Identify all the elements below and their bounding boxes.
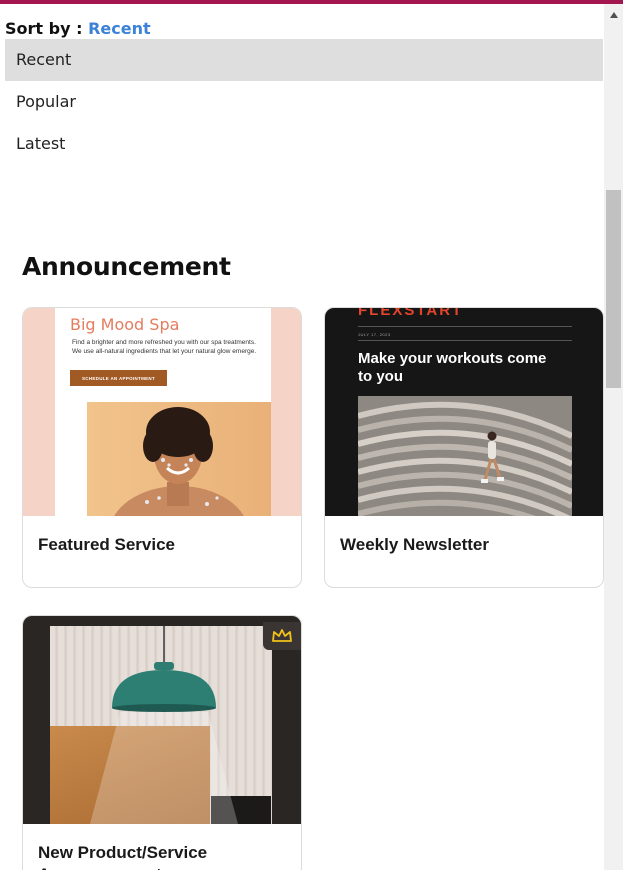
thumbnail-headline: Make your workouts come to you — [358, 350, 547, 385]
scroll-thumb[interactable] — [606, 190, 621, 388]
sort-by-value[interactable]: Recent — [88, 19, 151, 38]
card-title: New Product/Service Announcement — [38, 843, 208, 870]
card-title: Featured Service — [38, 535, 176, 554]
sort-dropdown-menu: Recent Popular Latest — [5, 39, 603, 165]
template-card-featured-service[interactable]: Big Mood Spa Find a brighter and more re… — [22, 307, 302, 588]
thumbnail-brand-text: Big Mood Spa — [70, 315, 180, 334]
sort-by-control[interactable]: Sort by : Recent — [5, 19, 151, 38]
divider — [358, 326, 572, 327]
sort-option-recent[interactable]: Recent — [5, 39, 603, 81]
scrollbar[interactable] — [604, 4, 623, 870]
spa-portrait-image — [87, 402, 271, 516]
sort-option-popular[interactable]: Popular — [5, 81, 603, 123]
template-thumbnail — [23, 616, 301, 824]
pendant-lamp-image — [50, 626, 272, 824]
template-thumbnail: Big Mood Spa Find a brighter and more re… — [23, 308, 301, 516]
thumbnail-cta-button: SCHEDULE AN APPOINTMENT — [70, 370, 167, 386]
template-card-new-product-announcement[interactable]: New Product/Service Announcement — [22, 615, 302, 870]
template-thumbnail: FLEXSTART JULY 17, 2023 Make your workou… — [325, 308, 603, 516]
card-title: Weekly Newsletter — [340, 535, 489, 554]
scroll-up-arrow-icon[interactable] — [604, 4, 623, 26]
top-accent-bar — [0, 0, 623, 4]
sort-by-label: Sort by : — [5, 19, 83, 38]
thumbnail-body-text: Find a brighter and more refreshed you w… — [72, 339, 257, 355]
runner-stairs-image — [358, 396, 572, 516]
template-card-weekly-newsletter[interactable]: FLEXSTART JULY 17, 2023 Make your workou… — [324, 307, 604, 588]
section-title: Announcement — [22, 252, 231, 281]
thumbnail-date-text: JULY 17, 2023 — [358, 332, 391, 337]
sort-option-latest[interactable]: Latest — [5, 123, 603, 165]
divider — [358, 340, 572, 341]
crown-icon — [263, 622, 301, 650]
thumbnail-logo-text: FLEXSTART — [358, 308, 464, 319]
